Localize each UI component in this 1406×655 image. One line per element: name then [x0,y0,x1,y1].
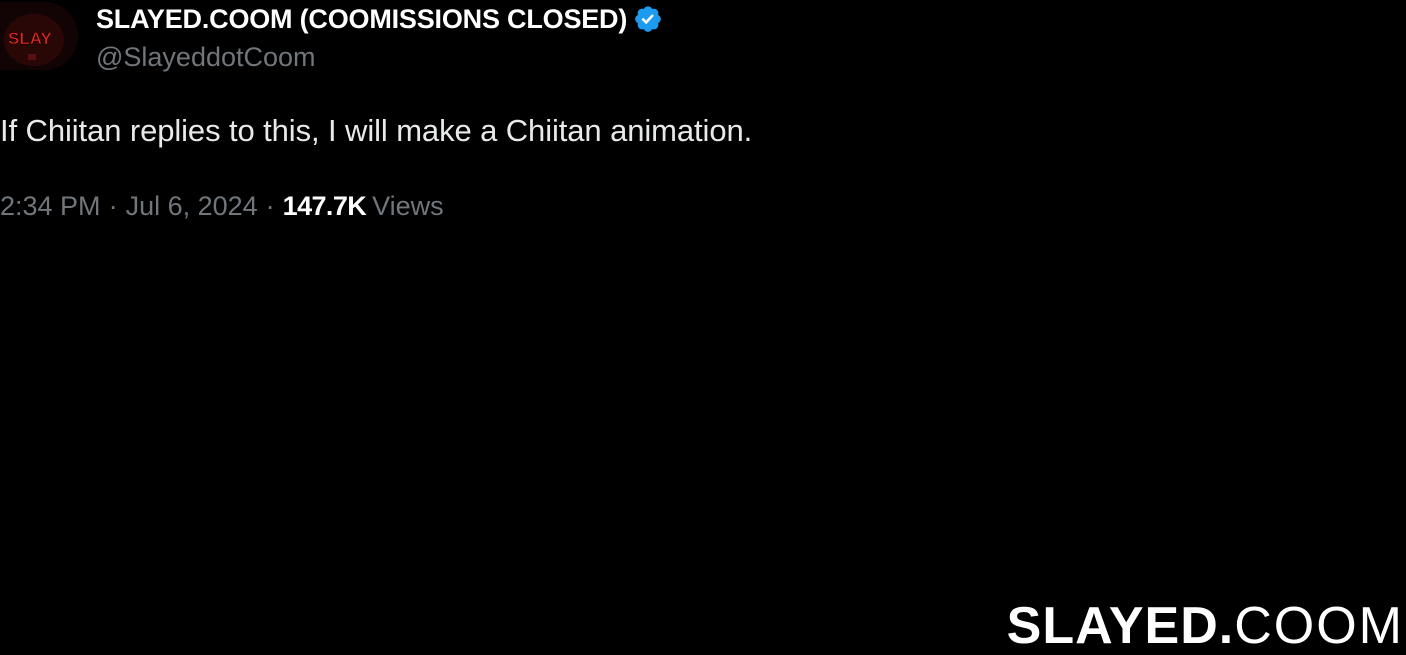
author-name-row: SLAYED.COOM (COOMISSIONS CLOSED) [96,2,663,36]
views-count[interactable]: 147.7K [283,191,367,222]
watermark-light: COOM [1234,597,1404,655]
verified-badge-icon [633,4,663,34]
meta-separator: · [108,191,118,221]
meta-separator: · [265,191,275,221]
avatar-image: SLAY [0,2,78,70]
avatar-logo-text: SLAY [8,29,52,48]
tweet-time[interactable]: 2:34 PM [0,191,101,222]
watermark-bold: SLAYED. [1006,597,1235,655]
tweet-date[interactable]: Jul 6, 2024 [126,191,258,222]
author-handle[interactable]: @SlayeddotCoom [96,42,316,73]
tweet-meta: 2:34 PM · Jul 6, 2024 · 147.7K Views [0,191,444,222]
display-name[interactable]: SLAYED.COOM (COOMISSIONS CLOSED) [96,4,627,35]
watermark: SLAYED.COOM [1007,600,1404,652]
tweet-text: If Chiitan replies to this, I will make … [0,113,753,148]
views-label: Views [372,191,444,221]
avatar[interactable]: SLAY [0,2,78,70]
